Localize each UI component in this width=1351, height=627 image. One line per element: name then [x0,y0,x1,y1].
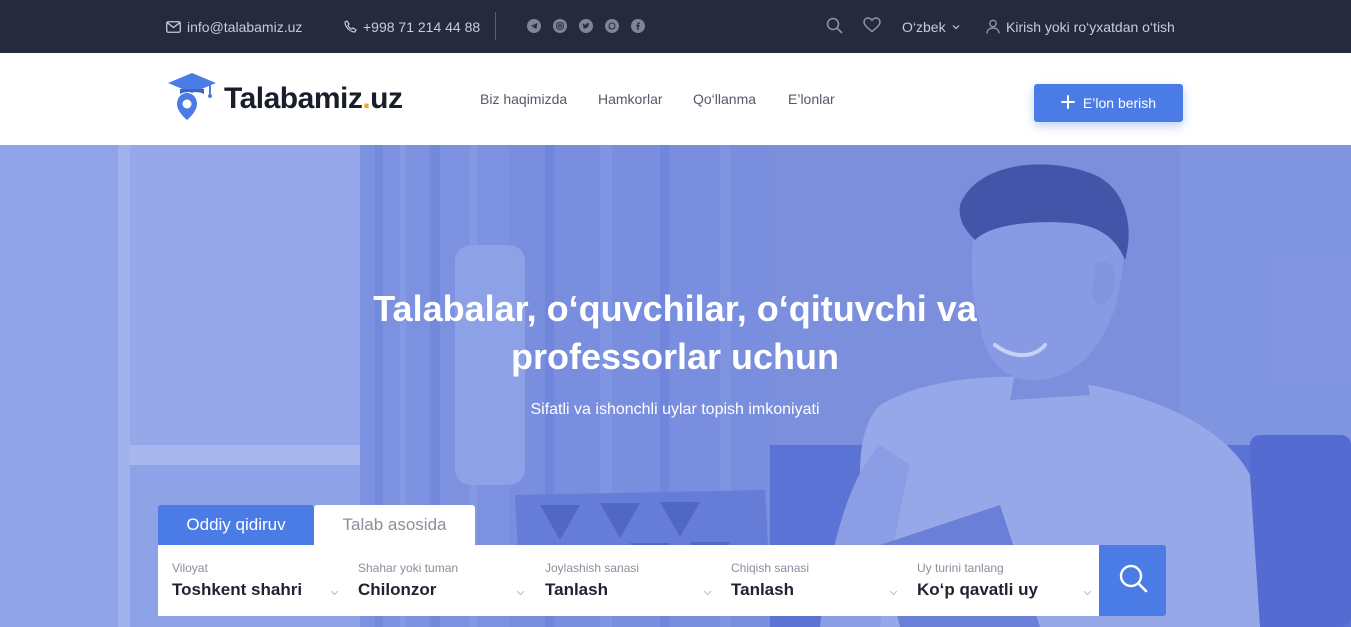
field-value: Tanlash [545,580,608,599]
hero-subtitle: Sifatli va ishonchli uylar topish imkoni… [530,401,820,418]
phone-text: +998 71 214 44 88 [363,18,481,35]
field-label: Joylashish sanasi [545,561,640,575]
field-value: Tanlash [731,580,794,599]
topbar-divider [495,12,496,40]
field-label: Viloyat [172,561,208,575]
city-district-select[interactable]: Shahar yoki tuman Chilonzor [344,545,531,616]
phone-icon [344,20,357,33]
nav-item-guide[interactable]: Qo‘llanma [693,53,756,145]
nav-item-about[interactable]: Biz haqimizda [480,53,567,145]
tab-simple-search[interactable]: Oddiy qidiruv [158,505,314,545]
mail-icon [166,20,181,33]
user-icon [986,19,1000,34]
phone-link[interactable]: +998 71 214 44 88 [344,0,480,53]
house-type-select[interactable]: Uy turini tanlang Ko‘p qavatli uy [903,545,1099,616]
chevron-down-icon [703,583,712,601]
main-header: Talabamiz.uz Biz haqimizda Hamkorlar Qo‘… [0,53,1351,145]
plus-icon [1060,94,1075,112]
language-label: O‘zbek [902,18,946,35]
check-in-date-select[interactable]: Joylashish sanasi Tanlash [531,545,717,616]
search-icon[interactable] [826,17,843,37]
field-label: Chiqish sanasi [731,561,810,575]
search-form: Viloyat Toshkent shahri Shahar yoki tuma… [158,545,1099,616]
post-listing-label: E’lon berish [1082,95,1157,111]
logo-text-main: Talabamiz [224,82,363,115]
check-out-date-select[interactable]: Chiqish sanasi Tanlash [717,545,903,616]
language-selector[interactable]: O‘zbek [902,0,960,53]
email-link[interactable]: info@talabamiz.uz [166,0,302,53]
tab-request-based[interactable]: Talab asosida [314,505,475,545]
nav-item-partners[interactable]: Hamkorlar [598,53,663,145]
logo-wordmark: Talabamiz.uz [224,82,403,116]
hero-title-line1: Talabalar, o‘quvchilar, o‘qituvchi va [373,288,977,329]
field-label: Uy turini tanlang [917,561,1004,575]
hero-title-line2: professorlar uchun [510,336,840,377]
search-submit-button[interactable] [1099,545,1166,616]
region-select[interactable]: Viloyat Toshkent shahri [158,545,344,616]
field-value: Ko‘p qavatli uy [917,580,1038,599]
nav-item-listings[interactable]: E’lonlar [788,53,835,145]
hero-title: Talabalar, o‘quvchilar, o‘qituvchi va pr… [300,285,1050,381]
heart-icon[interactable] [863,17,881,36]
graduation-cap-pin-icon [166,71,218,128]
post-listing-button[interactable]: E’lon berish [1034,84,1183,122]
logo-text-suffix: uz [370,82,403,115]
chevron-down-icon [889,583,898,601]
field-value: Chilonzor [358,580,437,599]
chevron-down-icon [1083,583,1092,601]
field-label: Shahar yoki tuman [358,561,459,575]
top-bar: info@talabamiz.uz +998 71 214 44 88 O‘zb… [0,0,1351,53]
logo-dot: . [362,82,371,115]
facebook-icon[interactable] [631,19,645,33]
search-icon [1118,563,1148,598]
login-link[interactable]: Kirish yoki ro‘yxatdan o‘tish [986,0,1175,53]
instagram-icon[interactable] [553,19,567,33]
twitter-icon[interactable] [579,19,593,33]
chevron-down-icon [330,583,339,601]
whatsapp-icon[interactable] [605,19,619,33]
field-value: Toshkent shahri [172,580,303,599]
telegram-icon[interactable] [527,19,541,33]
site-logo[interactable]: Talabamiz.uz [166,71,403,128]
chevron-down-icon [952,24,960,30]
chevron-down-icon [516,583,525,601]
login-text: Kirish yoki ro‘yxatdan o‘tish [1006,18,1175,35]
email-text: info@talabamiz.uz [187,18,303,35]
hero-section: Talabalar, o‘quvchilar, o‘qituvchi va pr… [0,145,1351,627]
